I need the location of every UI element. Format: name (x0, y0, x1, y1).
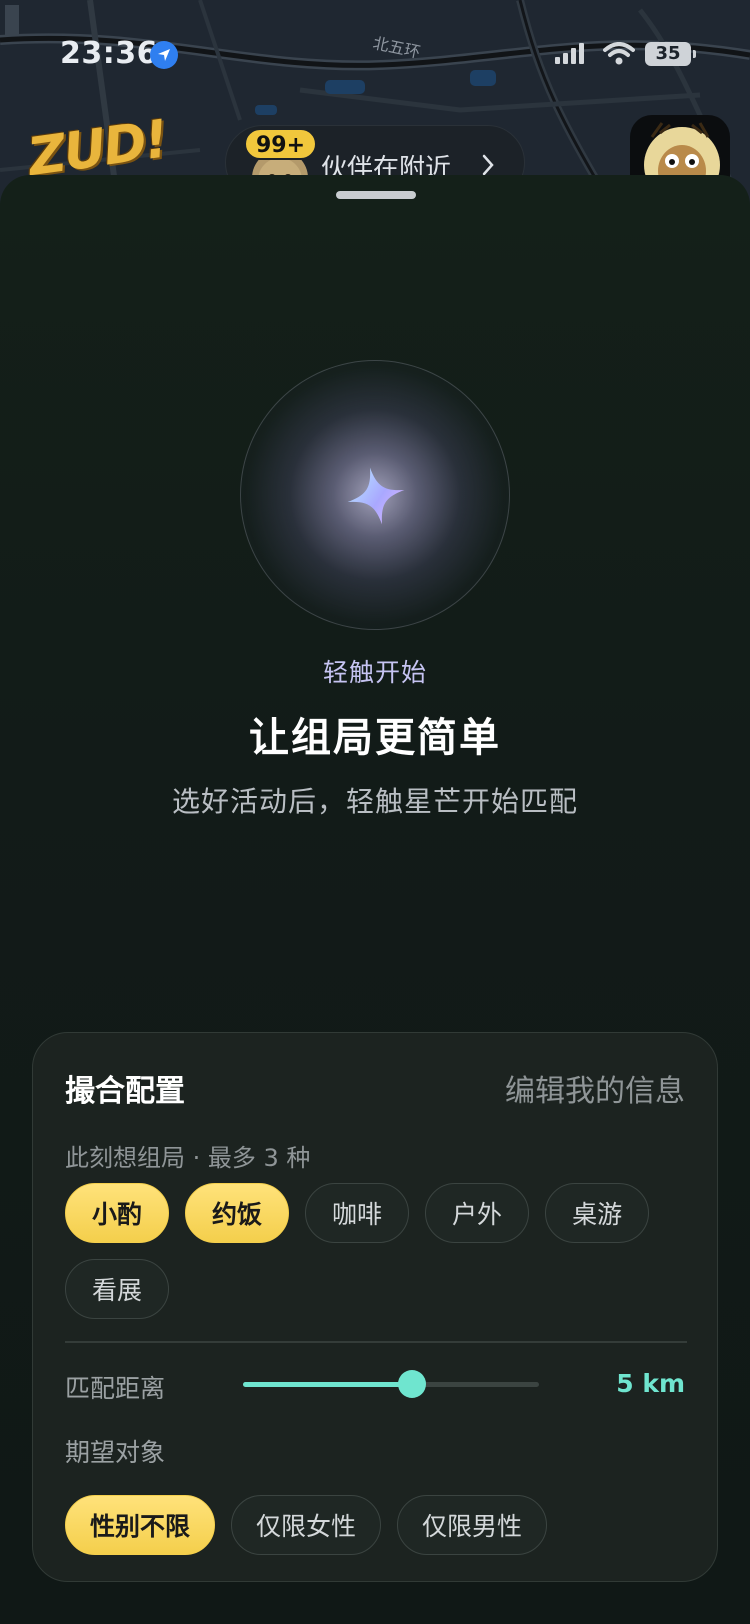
activity-chip-coffee[interactable]: 咖啡 (305, 1183, 410, 1243)
distance-label: 匹配距离 (65, 1374, 166, 1403)
activity-chip-group: 小酌 约饭 咖啡 户外 桌游 看展 (65, 1183, 695, 1319)
activity-chip-exhibition[interactable]: 看展 (65, 1259, 170, 1319)
target-chip-female[interactable]: 仅限女性 (231, 1495, 382, 1555)
target-label: 期望对象 (65, 1438, 166, 1467)
start-match-orb[interactable] (240, 360, 510, 630)
bottom-sheet: 轻触开始 让组局更简单 选好活动后，轻触星芒开始匹配 撮合配置 编辑我的信息 此… (0, 175, 750, 1624)
activity-chip-xiaozhuo[interactable]: 小酌 (65, 1183, 170, 1243)
sheet-drag-handle[interactable] (336, 191, 416, 199)
match-config-card: 撮合配置 编辑我的信息 此刻想组局 · 最多 3 种 小酌 约饭 咖啡 户外 桌… (32, 1032, 718, 1582)
distance-slider[interactable] (243, 1370, 539, 1398)
edit-my-info-link[interactable]: 编辑我的信息 (505, 1066, 685, 1110)
location-arrow-icon (150, 41, 178, 69)
nearby-count-badge: 99+ (244, 128, 318, 160)
tap-to-start-label: 轻触开始 (322, 658, 427, 687)
activity-chip-outdoor[interactable]: 户外 (425, 1183, 530, 1243)
target-chip-any[interactable]: 性别不限 (65, 1495, 216, 1555)
activity-chip-yuefan[interactable]: 约饭 (185, 1183, 290, 1243)
app-screen: 北五环 23:36 35 ZUD! 99+ 伙伴在附近 轻触开始 让组局更简单 … (0, 0, 750, 1624)
config-title: 撮合配置 (65, 1074, 185, 1109)
sparkle-icon (347, 467, 405, 525)
distance-slider-fill (243, 1382, 412, 1387)
target-chip-group: 性别不限 仅限女性 仅限男性 (65, 1495, 695, 1555)
status-time: 23:36 (60, 36, 158, 71)
activity-caption: 此刻想组局 · 最多 3 种 (65, 1144, 311, 1172)
subline: 选好活动后，轻触星芒开始匹配 (171, 785, 578, 818)
status-bar: 23:36 35 (0, 30, 750, 80)
target-chip-male[interactable]: 仅限男性 (397, 1495, 548, 1555)
battery-icon: 35 (645, 42, 696, 66)
cellular-signal-icon (555, 42, 591, 70)
activity-chip-boardgame[interactable]: 桌游 (545, 1183, 650, 1243)
distance-slider-thumb[interactable] (397, 1370, 426, 1398)
wifi-icon (603, 42, 635, 70)
distance-value: 5 km (616, 1369, 685, 1398)
headline: 让组局更简单 (249, 715, 501, 761)
card-divider (65, 1341, 687, 1343)
